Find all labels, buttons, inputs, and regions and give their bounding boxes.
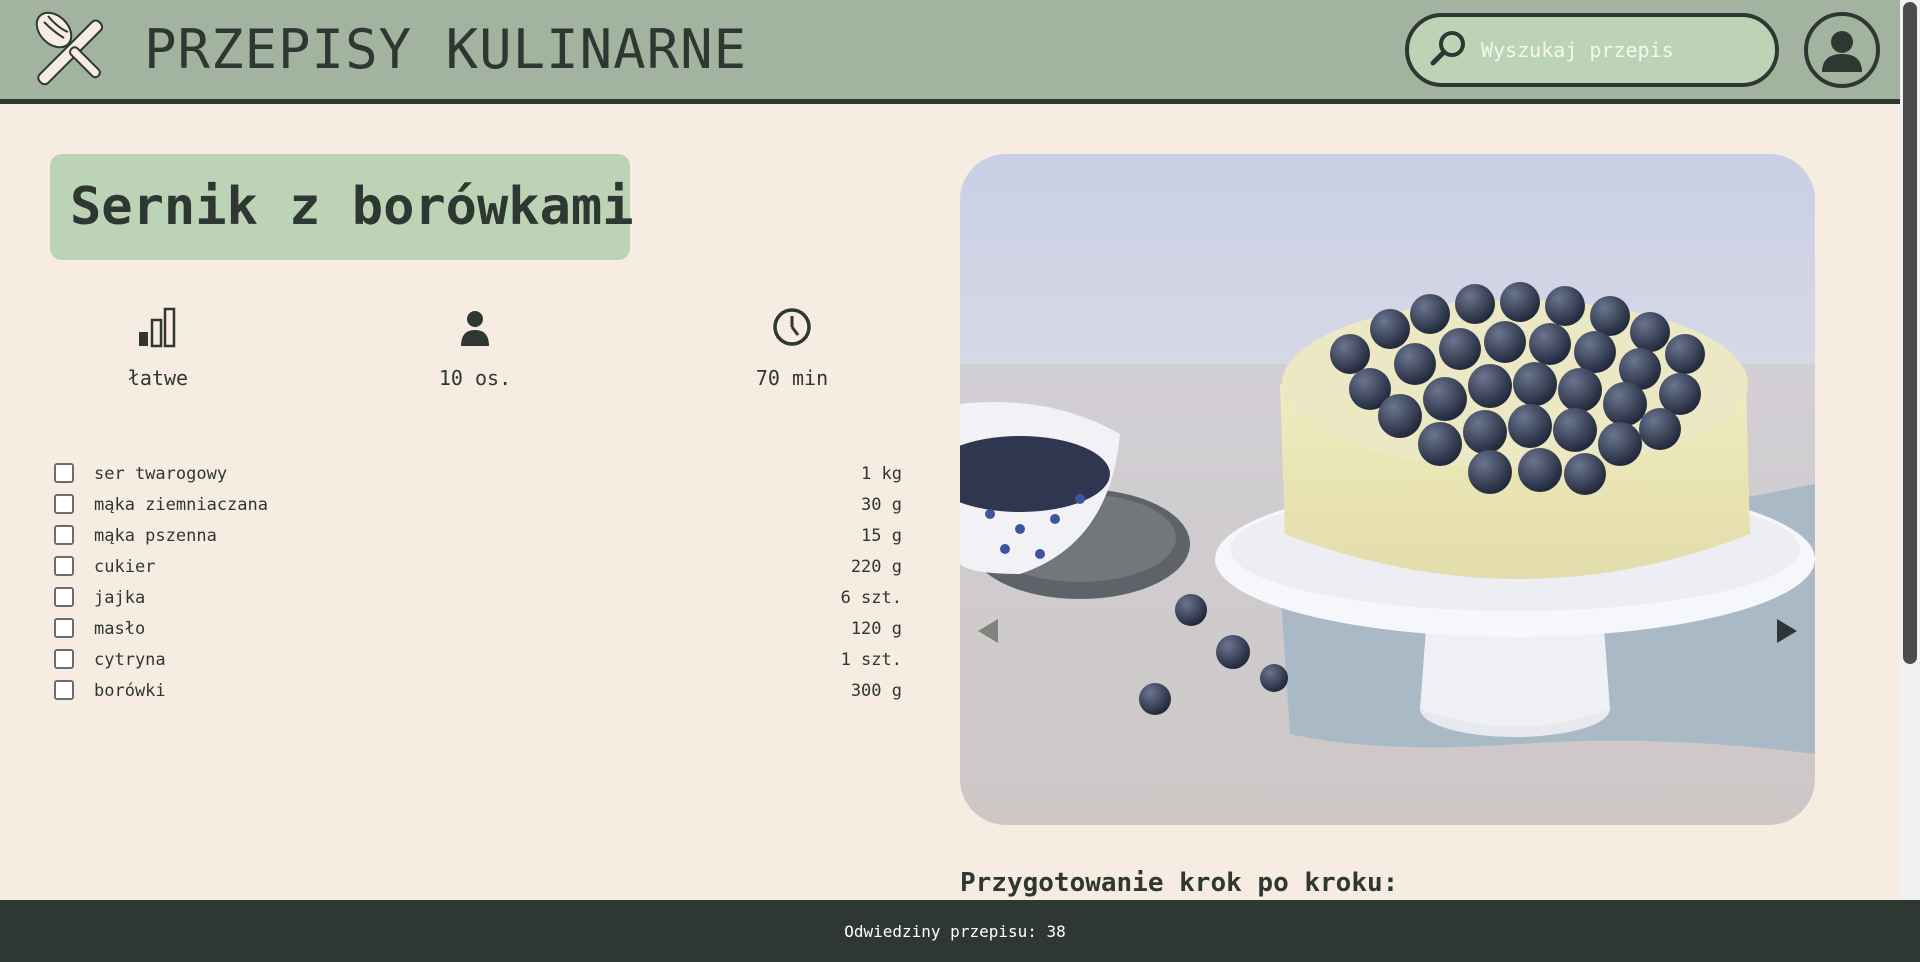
- ingredient-checkbox[interactable]: [54, 649, 74, 669]
- ingredient-quantity: 1 szt.: [840, 650, 902, 670]
- gallery-prev-button[interactable]: [974, 616, 1002, 646]
- scrollbar-thumb[interactable]: [1903, 2, 1917, 664]
- person-icon: [461, 311, 489, 346]
- ingredient-checkbox[interactable]: [54, 587, 74, 607]
- gallery-next-button[interactable]: [1773, 616, 1801, 646]
- steps-heading: Przygotowanie krok po kroku:: [960, 868, 1399, 898]
- difficulty-bars-icon: [139, 307, 176, 348]
- servings-value: 10 os.: [438, 366, 512, 390]
- ingredient-quantity: 220 g: [850, 557, 902, 577]
- site-header: PRZEPISY KULINARNE: [0, 0, 1900, 104]
- ingredient-checkbox[interactable]: [54, 463, 74, 483]
- user-icon: [1822, 31, 1862, 72]
- ingredient-name: mąka ziemniaczana: [94, 495, 268, 515]
- user-avatar-button[interactable]: [1804, 12, 1880, 88]
- ingredient-name: cukier: [94, 557, 156, 577]
- time-stat: 70 min: [692, 306, 892, 390]
- ingredient-item[interactable]: jajka 6 szt.: [52, 584, 902, 615]
- time-value: 70 min: [755, 366, 829, 390]
- ingredient-name: masło: [94, 619, 146, 639]
- ingredient-item[interactable]: borówki 300 g: [52, 677, 902, 708]
- ingredient-name: ser twarogowy: [94, 464, 228, 484]
- recipe-title: Sernik z borówkami: [70, 177, 634, 237]
- difficulty-stat: łatwe: [58, 306, 258, 390]
- ingredient-name: borówki: [94, 681, 166, 701]
- ingredient-checkbox[interactable]: [54, 525, 74, 545]
- visit-counter: Odwiedziny przepisu: 38: [844, 922, 1066, 941]
- ingredient-quantity: 6 szt.: [840, 588, 902, 608]
- ingredient-item[interactable]: cytryna 1 szt.: [52, 646, 902, 677]
- ingredients-list: ser twarogowy 1 kg mąka ziemniaczana 30 …: [52, 460, 902, 708]
- whisk-rolling-pin-icon[interactable]: [30, 8, 116, 88]
- servings-stat: 10 os.: [375, 306, 575, 390]
- ingredient-quantity: 120 g: [850, 619, 902, 639]
- recipe-title-card: Sernik z borówkami: [50, 154, 634, 260]
- ingredient-item[interactable]: masło 120 g: [52, 615, 902, 646]
- ingredient-quantity: 300 g: [850, 681, 902, 701]
- ingredient-quantity: 1 kg: [861, 464, 902, 484]
- search-bar[interactable]: [1405, 13, 1779, 87]
- recipe-photo-gallery[interactable]: [960, 154, 1815, 825]
- search-input[interactable]: [1481, 33, 1751, 67]
- ingredient-name: mąka pszenna: [94, 526, 217, 546]
- ingredient-item[interactable]: ser twarogowy 1 kg: [52, 460, 902, 491]
- search-icon[interactable]: [1429, 29, 1469, 69]
- ingredient-quantity: 15 g: [861, 526, 902, 546]
- ingredient-item[interactable]: mąka pszenna 15 g: [52, 522, 902, 553]
- ingredient-quantity: 30 g: [861, 495, 902, 515]
- ingredient-checkbox[interactable]: [54, 556, 74, 576]
- ingredient-checkbox[interactable]: [54, 494, 74, 514]
- clock-icon: [773, 308, 811, 346]
- site-title[interactable]: PRZEPISY KULINARNE: [144, 14, 747, 86]
- ingredient-checkbox[interactable]: [54, 618, 74, 638]
- ingredient-checkbox[interactable]: [54, 680, 74, 700]
- page-scrollbar[interactable]: [1900, 0, 1920, 900]
- site-footer: Odwiedziny przepisu: 38: [0, 900, 1920, 962]
- difficulty-value: łatwe: [127, 366, 189, 390]
- ingredient-item[interactable]: mąka ziemniaczana 30 g: [52, 491, 902, 522]
- cheesecake-photo: [960, 154, 1815, 825]
- ingredient-name: cytryna: [94, 650, 166, 670]
- ingredient-name: jajka: [94, 588, 146, 608]
- ingredient-item[interactable]: cukier 220 g: [52, 553, 902, 584]
